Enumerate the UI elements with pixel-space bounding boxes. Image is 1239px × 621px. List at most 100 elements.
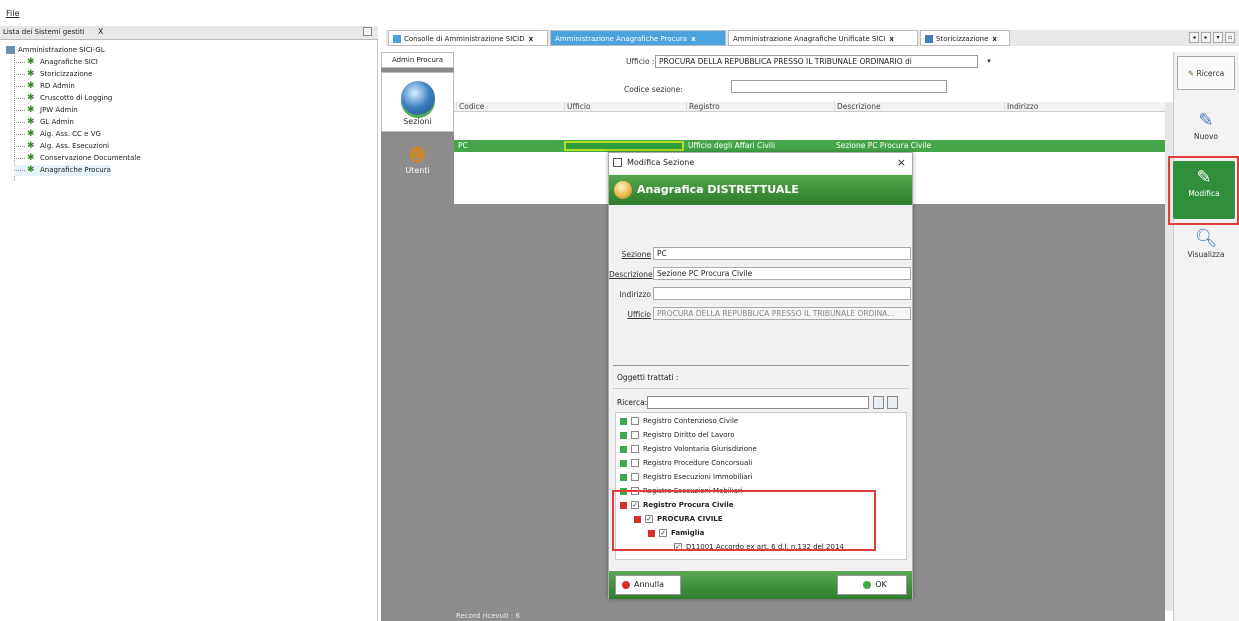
tab-nav-buttons: ◂ ▸ ▾ ▫ <box>1189 32 1235 44</box>
tab-left-icon[interactable]: ◂ <box>1189 32 1199 43</box>
checkbox[interactable] <box>631 431 639 439</box>
tree-search-input[interactable] <box>647 396 869 409</box>
sezione-input[interactable]: PC <box>653 247 911 260</box>
module-icon: ✱ <box>27 92 35 103</box>
tab-storicizzazione[interactable]: Storicizzazione x <box>920 30 1010 46</box>
checkbox[interactable] <box>631 459 639 467</box>
ricerca-button[interactable]: ✎ Ricerca <box>1177 56 1235 90</box>
collapse-all-icon[interactable] <box>887 396 898 409</box>
chevron-down-icon[interactable]: ▾ <box>983 55 995 68</box>
vertical-nav <box>381 52 454 621</box>
cell-registro: Ufficio degli Affari Civili <box>688 141 776 150</box>
checkbox[interactable] <box>631 445 639 453</box>
tab-icon <box>393 35 401 43</box>
codice-sezione-label: Codice sezione: <box>624 85 683 94</box>
column-ufficio[interactable]: Ufficio <box>564 102 686 112</box>
visualizza-button[interactable]: 🔍︎ Visualizza <box>1177 228 1235 273</box>
dialog-banner: Anagrafica DISTRETTUALE <box>609 175 912 205</box>
tree-item[interactable]: ✱ GL Admin <box>14 117 74 128</box>
ufficio-label: Ufficio : <box>626 57 655 66</box>
search-icon: ✎ <box>1187 69 1195 78</box>
indirizzo-input[interactable] <box>653 287 911 300</box>
tree-item[interactable]: ✱ Conservazione Documentale <box>14 153 141 164</box>
tab-close-icon[interactable]: ▫ <box>1225 32 1235 43</box>
expand-all-icon[interactable] <box>873 396 884 409</box>
ok-button[interactable]: OK <box>837 575 907 595</box>
nuovo-button[interactable]: ✎ Nuovo <box>1177 110 1235 155</box>
annulla-button[interactable]: Annulla <box>615 575 681 595</box>
tab-bar: Consolle di Amministrazione SICID x Ammin… <box>386 30 1239 46</box>
tree-node[interactable]: Registro Contenzioso Civile <box>620 416 738 427</box>
tree-item-selected[interactable]: ✱ Anagrafiche Procura <box>14 165 111 176</box>
module-icon: ✱ <box>27 152 35 163</box>
tree-item[interactable]: ✱ Storicizzazione <box>14 69 92 80</box>
tree-node[interactable]: Registro Diritto del Lavoro <box>620 430 735 441</box>
checkbox[interactable] <box>631 473 639 481</box>
module-icon: ✱ <box>27 80 35 91</box>
expand-icon[interactable] <box>620 459 627 467</box>
highlight-box <box>612 490 876 551</box>
sezioni-button[interactable]: Sezioni <box>381 72 454 132</box>
systems-panel: Lista dei Sistemi gestiti X Amministrazi… <box>0 26 378 621</box>
expand-icon[interactable] <box>620 431 627 439</box>
tab-close[interactable]: x <box>691 35 696 43</box>
new-document-icon: ✎ <box>1198 110 1214 131</box>
systems-panel-title: Lista dei Sistemi gestiti <box>3 28 85 36</box>
tab-close[interactable]: x <box>889 35 894 43</box>
sezione-label: Sezione <box>621 250 651 259</box>
oggetti-trattati-label: Oggetti trattati : <box>617 373 679 382</box>
ufficio-select[interactable]: PROCURA DELLA REPUBBLICA PRESSO IL TRIBU… <box>655 55 978 68</box>
module-icon: ✱ <box>27 164 35 175</box>
divider <box>613 365 909 366</box>
view-document-icon: 🔍︎ <box>1194 228 1218 249</box>
tree-item[interactable]: ✱ JPW Admin <box>14 105 78 116</box>
tab-list-icon[interactable]: ▾ <box>1213 32 1223 43</box>
column-registro[interactable]: Registro <box>686 102 834 112</box>
tree-item[interactable]: ✱ RD Admin <box>14 81 75 92</box>
filter-area: Ufficio : PROCURA DELLA REPUBBLICA PRESS… <box>454 52 1165 102</box>
indirizzo-label: Indirizzo <box>619 290 651 299</box>
tab-close[interactable]: x <box>529 35 534 43</box>
tree-item[interactable]: ✱ Cruscotto di Logging <box>14 93 112 104</box>
tree-item[interactable]: ✱ Alg. Ass. Esecuzioni <box>14 141 109 152</box>
table-row-selected[interactable]: PC Ufficio degli Affari Civili Sezione P… <box>454 140 1165 152</box>
tab-icon <box>925 35 933 43</box>
tab-close[interactable]: x <box>992 35 997 43</box>
descrizione-input[interactable]: Sezione PC Procura Civile <box>653 267 911 280</box>
cell-descrizione: Sezione PC Procura Civile <box>836 141 932 150</box>
tree-item[interactable]: ✱ Anagrafiche SICI <box>14 57 98 68</box>
tree-node[interactable]: Registro Esecuzioni Immobiliari <box>620 472 752 483</box>
divider <box>613 388 909 389</box>
tree-node[interactable]: Registro Procedure Concorsuali <box>620 458 752 469</box>
module-icon: ✱ <box>27 104 35 115</box>
tree-root[interactable]: Amministrazione SICI-GL <box>6 46 105 54</box>
menu-file[interactable]: File <box>6 9 19 18</box>
column-codice[interactable]: Codice <box>456 102 564 112</box>
menu-bar: File <box>0 0 1239 26</box>
expand-icon[interactable] <box>620 473 627 481</box>
column-indirizzo[interactable]: Indirizzo <box>1004 102 1164 112</box>
dialog-form: Sezione PC Descrizione Sezione PC Procur… <box>609 205 912 365</box>
module-icon: ✱ <box>27 128 35 139</box>
tab-right-icon[interactable]: ▸ <box>1201 32 1211 43</box>
utenti-button[interactable]: ☻ Utenti <box>381 140 454 180</box>
tab-anagrafiche-procura[interactable]: Amministrazione Anagrafiche Procura x <box>550 30 726 46</box>
ufficio-select[interactable]: PROCURA DELLA REPUBBLICA PRESSO IL TRIBU… <box>653 307 911 320</box>
close-icon[interactable]: × <box>897 153 906 173</box>
tab-anagrafiche-unificate[interactable]: Amministrazione Anagrafiche Unificate SI… <box>728 30 918 46</box>
grid-header: Codice Ufficio Registro Descrizione Indi… <box>454 102 1165 112</box>
expand-icon[interactable] <box>620 417 627 425</box>
tree-item[interactable]: ✱ Alg. Ass. CC e VG <box>14 129 101 140</box>
admin-procura-tab[interactable]: Admin Procura <box>381 52 454 68</box>
systems-panel-header: Lista dei Sistemi gestiti X <box>0 26 378 40</box>
pin-icon[interactable] <box>363 27 372 36</box>
column-descrizione[interactable]: Descrizione <box>834 102 1004 112</box>
checkbox[interactable] <box>631 417 639 425</box>
expand-icon[interactable] <box>620 445 627 453</box>
codice-sezione-input[interactable] <box>731 80 947 93</box>
module-icon: ✱ <box>27 56 35 67</box>
tree-node[interactable]: Registro Volontaria Giurisdizione <box>620 444 757 455</box>
window-icon <box>613 158 622 167</box>
systems-panel-close[interactable]: X <box>98 27 103 36</box>
tab-consolle-sicid[interactable]: Consolle di Amministrazione SICID x <box>388 30 548 46</box>
